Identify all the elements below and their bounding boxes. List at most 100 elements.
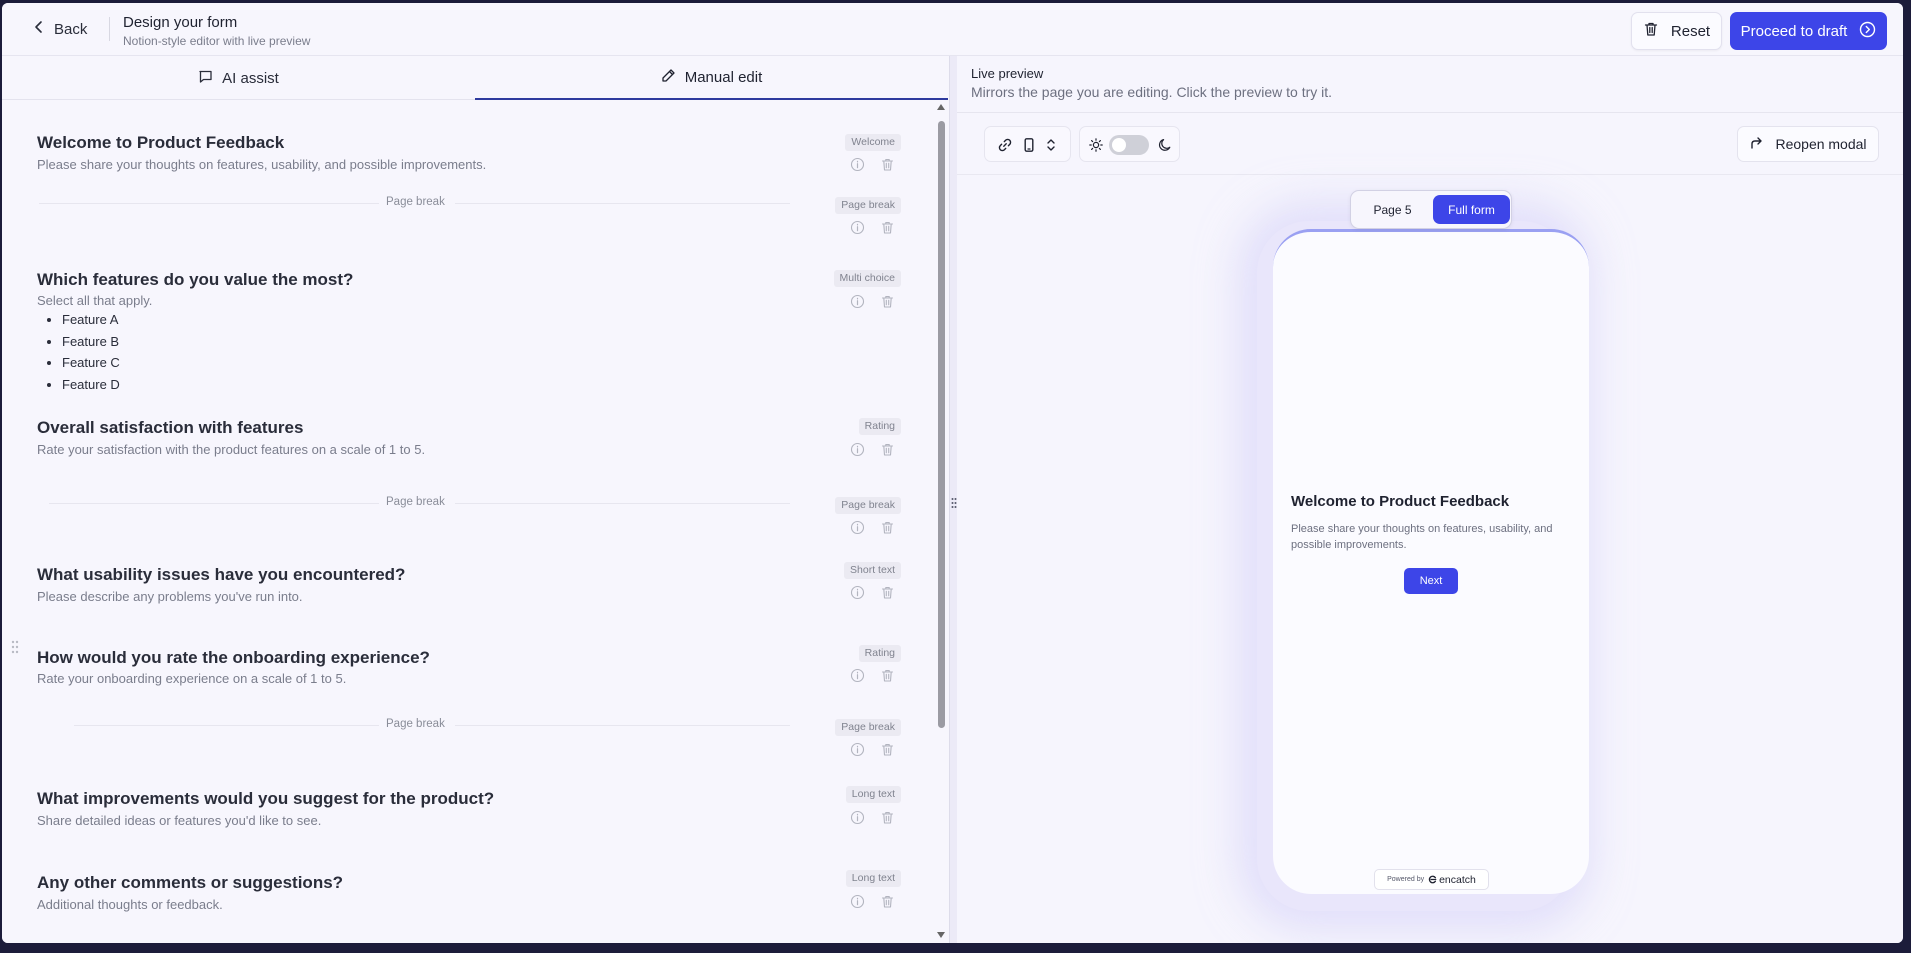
block-type-tag: Page break: [835, 719, 901, 736]
block-description: Share detailed ideas or features you'd l…: [37, 813, 322, 828]
sun-icon: [1088, 137, 1104, 153]
header-divider: [109, 17, 110, 41]
info-icon[interactable]: [850, 742, 865, 757]
info-icon[interactable]: [850, 157, 865, 172]
tab-ai-assist[interactable]: AI assist: [2, 56, 475, 100]
page-break-block[interactable]: Page break Page break: [2, 710, 932, 765]
info-icon[interactable]: [850, 294, 865, 309]
page-break-label: Page break: [386, 496, 445, 508]
trash-icon[interactable]: [880, 157, 895, 172]
page-break-line: [455, 725, 790, 726]
toggle-knob: [1112, 138, 1126, 152]
editor-panel: AI assist Manual edit Welcome to Product…: [2, 56, 949, 943]
block-title: Welcome to Product Feedback: [37, 133, 285, 152]
preview-form-description: Please share your thoughts on features, …: [1291, 523, 1553, 551]
info-icon[interactable]: [850, 894, 865, 909]
arrow-circle-right-icon: [1859, 21, 1876, 42]
page-view-switch: Page 5 Full form: [1350, 190, 1512, 229]
form-block-rating[interactable]: How would you rate the onboarding experi…: [2, 626, 932, 710]
block-description: Rate your satisfaction with the product …: [37, 442, 426, 457]
powered-by-badge[interactable]: Powered by encatch: [1374, 869, 1489, 890]
form-blocks: Welcome to Product Feedback Please share…: [2, 100, 932, 943]
preview-subtitle: Mirrors the page you are editing. Click …: [971, 84, 1333, 100]
block-title: Any other comments or suggestions?: [37, 873, 344, 892]
block-type-tag: Rating: [858, 418, 901, 435]
block-description: Rate your onboarding experience on a sca…: [37, 671, 347, 686]
form-block-rating[interactable]: Overall satisfaction with features Rate …: [2, 402, 932, 488]
divider: [957, 112, 1903, 113]
moon-icon: [1157, 137, 1173, 153]
form-block-welcome[interactable]: Welcome to Product Feedback Please share…: [2, 100, 932, 187]
preview-next-button[interactable]: Next: [1404, 568, 1458, 594]
form-block-multi-choice[interactable]: Which features do you value the most? Se…: [2, 242, 932, 402]
chat-icon: [198, 69, 213, 88]
divider: [957, 174, 1903, 175]
info-icon[interactable]: [850, 810, 865, 825]
preview-title: Live preview: [971, 66, 1044, 81]
form-block-long-text[interactable]: Any other comments or suggestions? Addit…: [2, 849, 932, 943]
form-block-long-text[interactable]: What improvements would you suggest for …: [2, 765, 932, 849]
mobile-icon[interactable]: [1021, 137, 1037, 153]
info-icon[interactable]: [850, 668, 865, 683]
option-item: Feature A: [62, 309, 120, 331]
trash-icon[interactable]: [880, 220, 895, 235]
block-title: How would you rate the onboarding experi…: [37, 648, 430, 667]
trash-icon[interactable]: [880, 742, 895, 757]
trash-icon[interactable]: [880, 810, 895, 825]
page-break-line: [74, 725, 379, 726]
proceed-to-draft-button[interactable]: Proceed to draft: [1730, 12, 1887, 50]
brand-logo: encatch: [1428, 874, 1476, 886]
page-break-line: [455, 503, 790, 504]
info-icon[interactable]: [850, 220, 865, 235]
scrollbar-thumb[interactable]: [938, 121, 945, 728]
page-title: Design your form: [123, 14, 238, 31]
page-view-button[interactable]: Page 5: [1355, 195, 1430, 224]
phone-screen[interactable]: [1273, 229, 1589, 894]
theme-toolbar: [1079, 126, 1180, 162]
tab-manual-edit[interactable]: Manual edit: [475, 56, 948, 100]
info-icon[interactable]: [850, 442, 865, 457]
full-form-button[interactable]: Full form: [1433, 195, 1510, 224]
link-icon[interactable]: [997, 137, 1013, 153]
block-type-tag: Rating: [858, 645, 901, 662]
info-icon[interactable]: [850, 585, 865, 600]
reopen-modal-button[interactable]: Reopen modal: [1737, 126, 1879, 162]
chevron-left-icon: [32, 20, 46, 38]
reopen-label: Reopen modal: [1775, 136, 1867, 152]
form-block-short-text[interactable]: What usability issues have you encounter…: [2, 543, 932, 626]
option-item: Feature D: [62, 374, 120, 396]
block-description: Please describe any problems you've run …: [37, 589, 303, 604]
preview-panel: Live preview Mirrors the page you are ed…: [957, 56, 1903, 943]
page-break-line: [39, 203, 379, 204]
option-list: Feature A Feature B Feature C Feature D: [62, 309, 120, 395]
block-title: What usability issues have you encounter…: [37, 565, 406, 584]
block-type-tag: Short text: [844, 562, 901, 579]
trash-icon[interactable]: [880, 442, 895, 457]
trash-icon[interactable]: [880, 585, 895, 600]
trash-icon[interactable]: [880, 894, 895, 909]
trash-icon[interactable]: [880, 668, 895, 683]
info-icon[interactable]: [850, 520, 865, 535]
scroll-up-arrow-icon[interactable]: [937, 104, 945, 110]
editor-scrollbar[interactable]: [934, 100, 948, 943]
trash-icon: [1643, 21, 1659, 41]
app-window: Back Design your form Notion-style edito…: [2, 3, 1903, 943]
page-break-line: [455, 203, 790, 204]
trash-icon[interactable]: [880, 294, 895, 309]
encatch-logo-icon: [1428, 875, 1437, 884]
trash-icon[interactable]: [880, 520, 895, 535]
chevron-updown-icon[interactable]: [1043, 137, 1059, 153]
drag-handle-icon[interactable]: [11, 640, 19, 654]
panel-resize-handle[interactable]: [949, 56, 957, 943]
block-type-tag: Multi choice: [833, 270, 901, 287]
page-break-block[interactable]: Page break Page break: [2, 187, 932, 242]
page-break-block[interactable]: Page break Page break: [2, 488, 932, 543]
block-title: Overall satisfaction with features: [37, 418, 304, 437]
page-break-line: [49, 503, 379, 504]
reset-button[interactable]: Reset: [1631, 12, 1722, 50]
option-item: Feature B: [62, 331, 120, 353]
block-type-tag: Page break: [835, 497, 901, 514]
back-button[interactable]: Back: [32, 20, 87, 38]
theme-toggle[interactable]: [1109, 135, 1149, 155]
scroll-down-arrow-icon[interactable]: [937, 932, 945, 938]
